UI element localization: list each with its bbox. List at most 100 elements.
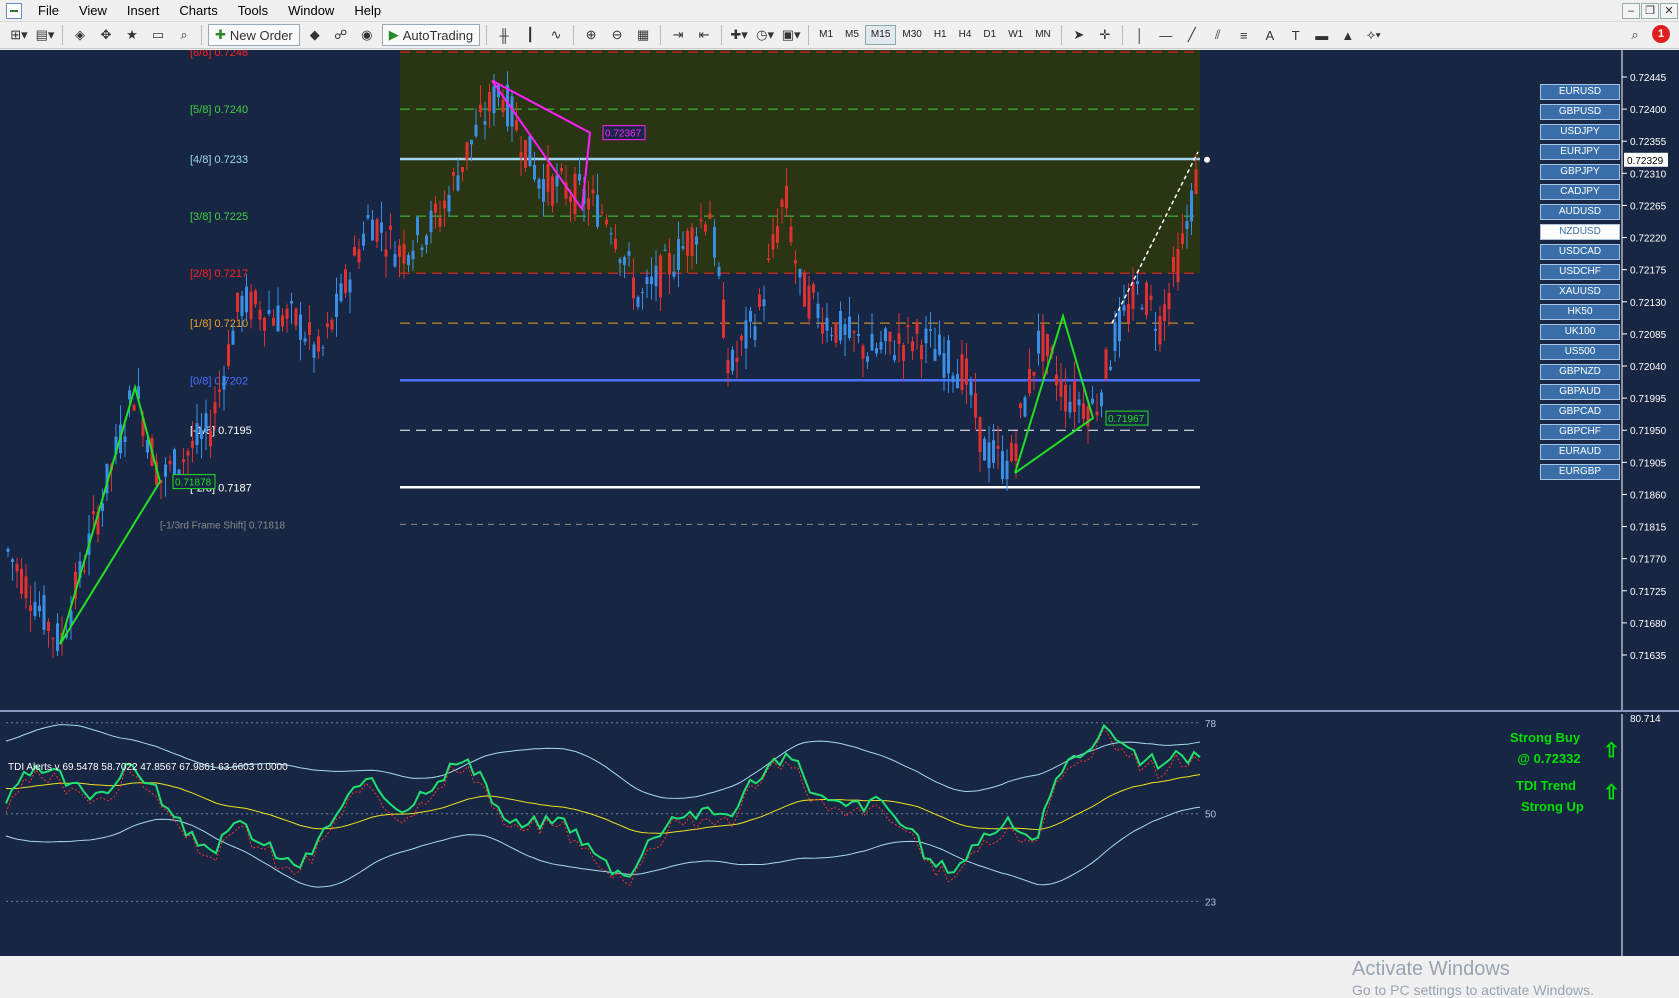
rectangle-icon[interactable]: ▬ (1311, 24, 1333, 46)
minimize-button[interactable]: – (1622, 3, 1640, 19)
murrey-label: [1/8] 0.7210 (190, 318, 248, 330)
bar-chart-icon[interactable]: ╫ (493, 24, 515, 46)
tile-windows-icon[interactable]: ▦ (632, 24, 654, 46)
menu-charts[interactable]: Charts (169, 0, 227, 22)
timeframe-d1[interactable]: D1 (977, 25, 1002, 45)
strategy-tester-icon[interactable]: ⌕ (173, 24, 195, 46)
timeframe-h1[interactable]: H1 (928, 25, 953, 45)
triangle-icon[interactable]: ▲ (1337, 24, 1359, 46)
murrey-label: [4/8] 0.7233 (190, 154, 248, 166)
new-chart-icon[interactable]: ⊞▾ (8, 24, 30, 46)
symbol-button-audusd[interactable]: AUDUSD (1540, 204, 1620, 220)
candlestick-icon[interactable]: ┃ (519, 24, 541, 46)
line-chart-icon[interactable]: ∿ (545, 24, 567, 46)
profiles-icon[interactable]: ▤▾ (34, 24, 56, 46)
vertical-line-icon[interactable]: │ (1129, 24, 1151, 46)
indicators-icon[interactable]: ✚▾ (728, 24, 750, 46)
symbol-button-hk50[interactable]: HK50 (1540, 304, 1620, 320)
menu-window[interactable]: Window (278, 0, 344, 22)
candle-body (1095, 411, 1099, 416)
candle-body (42, 594, 46, 630)
templates-icon[interactable]: ▣▾ (780, 24, 802, 46)
symbol-button-gbpnzd[interactable]: GBPNZD (1540, 364, 1620, 380)
autotrading-button[interactable]: ▶ AutoTrading (381, 24, 481, 46)
symbol-button-gbpjpy[interactable]: GBPJPY (1540, 164, 1620, 180)
text-label-icon[interactable]: T (1285, 24, 1307, 46)
menu-file[interactable]: File (28, 0, 69, 22)
chart-window[interactable]: [6/8] 0.7248 [5/8] 0.7240 [4/8] 0.7233 [3/8… (0, 50, 1679, 998)
candle-body (1181, 233, 1184, 245)
market-watch-icon[interactable]: ◈ (69, 24, 91, 46)
candle-body (753, 326, 757, 340)
fibonacci-icon[interactable]: ≡ (1233, 24, 1255, 46)
close-button[interactable]: ✕ (1660, 3, 1678, 19)
price-chart[interactable]: [6/8] 0.7248 [5/8] 0.7240 [4/8] 0.7233 [3/8… (0, 50, 1679, 956)
murrey-label: [2/8] 0.7217 (190, 268, 248, 280)
cursor-icon[interactable]: ➤ (1068, 24, 1090, 46)
timeframe-m5[interactable]: M5 (839, 25, 865, 45)
market-icon[interactable]: ◉ (356, 24, 378, 46)
candle-body (519, 152, 523, 158)
channel-icon[interactable]: ⫽ (1207, 24, 1229, 46)
symbol-button-euraud[interactable]: EURAUD (1540, 444, 1620, 460)
timeframe-m1[interactable]: M1 (813, 25, 839, 45)
new-order-button[interactable]: ✚ New Order (208, 24, 300, 46)
auto-scroll-icon[interactable]: ⇥ (667, 24, 689, 46)
candle-body (983, 438, 986, 461)
symbol-button-nzdusd[interactable]: NZDUSD (1540, 224, 1620, 240)
arrow-up-icon: ⇧ (1603, 782, 1620, 804)
candle-body (299, 314, 302, 340)
symbol-button-eurgbp[interactable]: EURGBP (1540, 464, 1620, 480)
candle-body (762, 299, 766, 307)
tdi-market-base (5, 774, 1201, 834)
restore-button[interactable]: ❐ (1641, 3, 1659, 19)
candle-body (20, 568, 23, 594)
data-window-icon[interactable]: ✥ (95, 24, 117, 46)
price-tick-label: 0.72265 (1630, 201, 1667, 212)
text-icon[interactable]: A (1259, 24, 1281, 46)
symbol-button-usdjpy[interactable]: USDJPY (1540, 124, 1620, 140)
candle-body (227, 344, 230, 366)
metaeditor-icon[interactable]: ◆ (304, 24, 326, 46)
symbol-button-gbpusd[interactable]: GBPUSD (1540, 104, 1620, 120)
symbol-button-usdcad[interactable]: USDCAD (1540, 244, 1620, 260)
symbol-button-cadjpy[interactable]: CADJPY (1540, 184, 1620, 200)
candle-body (474, 124, 478, 137)
symbol-button-xauusd[interactable]: XAUUSD (1540, 284, 1620, 300)
notification-badge[interactable]: 1 (1652, 25, 1670, 43)
candle-body (335, 293, 338, 318)
symbol-button-eurusd[interactable]: EURUSD (1540, 84, 1620, 100)
menu-view[interactable]: View (69, 0, 117, 22)
symbol-button-eurjpy[interactable]: EURJPY (1540, 144, 1620, 160)
periods-icon[interactable]: ◷▾ (754, 24, 776, 46)
timeframe-h4[interactable]: H4 (953, 25, 978, 45)
timeframe-mn[interactable]: MN (1029, 25, 1057, 45)
menu-tools[interactable]: Tools (228, 0, 278, 22)
timeframe-w1[interactable]: W1 (1002, 25, 1029, 45)
crosshair-icon[interactable]: ✛ (1094, 24, 1116, 46)
navigator-icon[interactable]: ★ (121, 24, 143, 46)
symbol-button-usdchf[interactable]: USDCHF (1540, 264, 1620, 280)
shapes-icon[interactable]: ⟡▾ (1363, 24, 1385, 46)
menu-help[interactable]: Help (344, 0, 391, 22)
symbol-button-gbpaud[interactable]: GBPAUD (1540, 384, 1620, 400)
zoom-in-icon[interactable]: ⊕ (580, 24, 602, 46)
symbol-button-gbpcad[interactable]: GBPCAD (1540, 404, 1620, 420)
search-icon[interactable]: ⌕ (1624, 24, 1646, 46)
candle-body (1190, 190, 1193, 222)
symbol-button-us500[interactable]: US500 (1540, 344, 1620, 360)
trendline-icon[interactable]: ╱ (1181, 24, 1203, 46)
menu-insert[interactable]: Insert (117, 0, 170, 22)
symbol-button-gbpchf[interactable]: GBPCHF (1540, 424, 1620, 440)
terminal-icon[interactable]: ▭ (147, 24, 169, 46)
candle-body (1032, 371, 1036, 376)
candle-body (852, 331, 856, 333)
horizontal-line-icon[interactable]: — (1155, 24, 1177, 46)
signals-icon[interactable]: ☍ (330, 24, 352, 46)
zoom-out-icon[interactable]: ⊖ (606, 24, 628, 46)
timeframe-m30[interactable]: M30 (896, 25, 927, 45)
symbol-button-uk100[interactable]: UK100 (1540, 324, 1620, 340)
candle-body (407, 255, 410, 266)
chart-shift-icon[interactable]: ⇤ (693, 24, 715, 46)
timeframe-m15[interactable]: M15 (864, 25, 897, 45)
